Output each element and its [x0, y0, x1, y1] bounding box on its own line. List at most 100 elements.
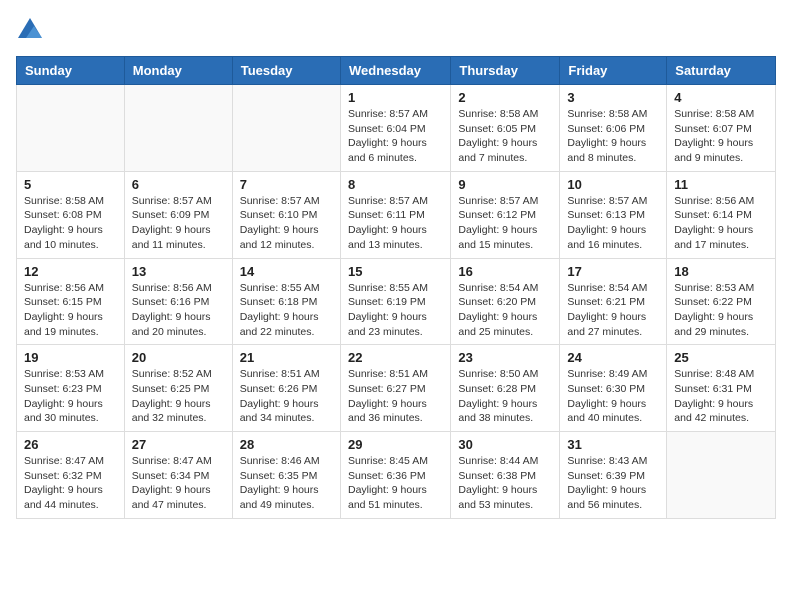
calendar-cell: 20 Sunrise: 8:52 AM Sunset: 6:25 PM Dayli… [124, 345, 232, 432]
day-number: 3 [567, 90, 659, 105]
calendar-cell: 8 Sunrise: 8:57 AM Sunset: 6:11 PM Daylig… [340, 171, 450, 258]
day-info: Sunrise: 8:56 AM Sunset: 6:15 PM Dayligh… [24, 281, 117, 340]
day-info: Sunrise: 8:58 AM Sunset: 6:07 PM Dayligh… [674, 107, 768, 166]
day-number: 11 [674, 177, 768, 192]
calendar-cell: 11 Sunrise: 8:56 AM Sunset: 6:14 PM Dayli… [667, 171, 776, 258]
day-info: Sunrise: 8:53 AM Sunset: 6:22 PM Dayligh… [674, 281, 768, 340]
day-info: Sunrise: 8:50 AM Sunset: 6:28 PM Dayligh… [458, 367, 552, 426]
calendar-cell: 25 Sunrise: 8:48 AM Sunset: 6:31 PM Dayli… [667, 345, 776, 432]
calendar-cell: 3 Sunrise: 8:58 AM Sunset: 6:06 PM Daylig… [560, 85, 667, 172]
calendar-cell: 22 Sunrise: 8:51 AM Sunset: 6:27 PM Dayli… [340, 345, 450, 432]
calendar-week-row: 19 Sunrise: 8:53 AM Sunset: 6:23 PM Dayli… [17, 345, 776, 432]
calendar-cell [124, 85, 232, 172]
calendar-cell: 6 Sunrise: 8:57 AM Sunset: 6:09 PM Daylig… [124, 171, 232, 258]
day-info: Sunrise: 8:57 AM Sunset: 6:11 PM Dayligh… [348, 194, 443, 253]
day-number: 10 [567, 177, 659, 192]
day-number: 21 [240, 350, 333, 365]
calendar-cell: 2 Sunrise: 8:58 AM Sunset: 6:05 PM Daylig… [451, 85, 560, 172]
day-info: Sunrise: 8:48 AM Sunset: 6:31 PM Dayligh… [674, 367, 768, 426]
calendar-cell: 24 Sunrise: 8:49 AM Sunset: 6:30 PM Dayli… [560, 345, 667, 432]
day-number: 16 [458, 264, 552, 279]
day-info: Sunrise: 8:47 AM Sunset: 6:34 PM Dayligh… [132, 454, 225, 513]
column-header-tuesday: Tuesday [232, 57, 340, 85]
calendar-cell: 4 Sunrise: 8:58 AM Sunset: 6:07 PM Daylig… [667, 85, 776, 172]
day-info: Sunrise: 8:44 AM Sunset: 6:38 PM Dayligh… [458, 454, 552, 513]
day-info: Sunrise: 8:52 AM Sunset: 6:25 PM Dayligh… [132, 367, 225, 426]
calendar-cell: 31 Sunrise: 8:43 AM Sunset: 6:39 PM Dayli… [560, 432, 667, 519]
calendar-table: SundayMondayTuesdayWednesdayThursdayFrid… [16, 56, 776, 519]
day-number: 12 [24, 264, 117, 279]
calendar-cell: 26Sunrise: 8:47 AM Sunset: 6:32 PM Dayli… [17, 432, 125, 519]
day-info: Sunrise: 8:47 AM Sunset: 6:32 PM Dayligh… [24, 454, 117, 513]
calendar-cell: 17 Sunrise: 8:54 AM Sunset: 6:21 PM Dayli… [560, 258, 667, 345]
calendar-cell: 23 Sunrise: 8:50 AM Sunset: 6:28 PM Dayli… [451, 345, 560, 432]
logo-icon [16, 16, 44, 44]
day-number: 4 [674, 90, 768, 105]
calendar-cell: 14Sunrise: 8:55 AM Sunset: 6:18 PM Dayli… [232, 258, 340, 345]
calendar-cell [17, 85, 125, 172]
day-number: 18 [674, 264, 768, 279]
day-info: Sunrise: 8:56 AM Sunset: 6:14 PM Dayligh… [674, 194, 768, 253]
calendar-cell: 19 Sunrise: 8:53 AM Sunset: 6:23 PM Dayli… [17, 345, 125, 432]
day-info: Sunrise: 8:57 AM Sunset: 6:09 PM Dayligh… [132, 194, 225, 253]
day-number: 1 [348, 90, 443, 105]
day-info: Sunrise: 8:51 AM Sunset: 6:26 PM Dayligh… [240, 367, 333, 426]
day-info: Sunrise: 8:43 AM Sunset: 6:39 PM Dayligh… [567, 454, 659, 513]
calendar-cell: 9 Sunrise: 8:57 AM Sunset: 6:12 PM Daylig… [451, 171, 560, 258]
day-number: 9 [458, 177, 552, 192]
day-info: Sunrise: 8:55 AM Sunset: 6:18 PM Dayligh… [240, 281, 333, 340]
day-info: Sunrise: 8:57 AM Sunset: 6:10 PM Dayligh… [240, 194, 333, 253]
calendar-cell: 30Sunrise: 8:44 AM Sunset: 6:38 PM Dayli… [451, 432, 560, 519]
day-number: 29 [348, 437, 443, 452]
calendar-week-row: 1 Sunrise: 8:57 AM Sunset: 6:04 PM Daylig… [17, 85, 776, 172]
calendar-week-row: 5 Sunrise: 8:58 AM Sunset: 6:08 PM Daylig… [17, 171, 776, 258]
day-number: 13 [132, 264, 225, 279]
day-info: Sunrise: 8:46 AM Sunset: 6:35 PM Dayligh… [240, 454, 333, 513]
column-header-thursday: Thursday [451, 57, 560, 85]
day-number: 19 [24, 350, 117, 365]
day-number: 23 [458, 350, 552, 365]
calendar-cell [232, 85, 340, 172]
day-number: 25 [674, 350, 768, 365]
calendar-cell: 5 Sunrise: 8:58 AM Sunset: 6:08 PM Daylig… [17, 171, 125, 258]
day-info: Sunrise: 8:51 AM Sunset: 6:27 PM Dayligh… [348, 367, 443, 426]
calendar-cell: 29 Sunrise: 8:45 AM Sunset: 6:36 PM Dayli… [340, 432, 450, 519]
calendar-cell: 16 Sunrise: 8:54 AM Sunset: 6:20 PM Dayli… [451, 258, 560, 345]
calendar-cell [667, 432, 776, 519]
day-info: Sunrise: 8:57 AM Sunset: 6:04 PM Dayligh… [348, 107, 443, 166]
day-info: Sunrise: 8:49 AM Sunset: 6:30 PM Dayligh… [567, 367, 659, 426]
page-header [16, 16, 776, 44]
calendar-week-row: 26Sunrise: 8:47 AM Sunset: 6:32 PM Dayli… [17, 432, 776, 519]
calendar-header-row: SundayMondayTuesdayWednesdayThursdayFrid… [17, 57, 776, 85]
column-header-saturday: Saturday [667, 57, 776, 85]
calendar-cell: 13 Sunrise: 8:56 AM Sunset: 6:16 PM Dayli… [124, 258, 232, 345]
day-number: 2 [458, 90, 552, 105]
calendar-cell: 15Sunrise: 8:55 AM Sunset: 6:19 PM Dayli… [340, 258, 450, 345]
day-number: 22 [348, 350, 443, 365]
day-info: Sunrise: 8:57 AM Sunset: 6:12 PM Dayligh… [458, 194, 552, 253]
calendar-cell: 27 Sunrise: 8:47 AM Sunset: 6:34 PM Dayli… [124, 432, 232, 519]
day-info: Sunrise: 8:56 AM Sunset: 6:16 PM Dayligh… [132, 281, 225, 340]
day-number: 7 [240, 177, 333, 192]
day-number: 24 [567, 350, 659, 365]
calendar-cell: 7 Sunrise: 8:57 AM Sunset: 6:10 PM Daylig… [232, 171, 340, 258]
day-info: Sunrise: 8:54 AM Sunset: 6:21 PM Dayligh… [567, 281, 659, 340]
day-info: Sunrise: 8:58 AM Sunset: 6:06 PM Dayligh… [567, 107, 659, 166]
day-info: Sunrise: 8:54 AM Sunset: 6:20 PM Dayligh… [458, 281, 552, 340]
day-number: 5 [24, 177, 117, 192]
day-number: 6 [132, 177, 225, 192]
day-info: Sunrise: 8:53 AM Sunset: 6:23 PM Dayligh… [24, 367, 117, 426]
day-info: Sunrise: 8:58 AM Sunset: 6:05 PM Dayligh… [458, 107, 552, 166]
column-header-friday: Friday [560, 57, 667, 85]
day-number: 27 [132, 437, 225, 452]
day-info: Sunrise: 8:45 AM Sunset: 6:36 PM Dayligh… [348, 454, 443, 513]
day-number: 20 [132, 350, 225, 365]
day-info: Sunrise: 8:57 AM Sunset: 6:13 PM Dayligh… [567, 194, 659, 253]
day-number: 17 [567, 264, 659, 279]
day-number: 8 [348, 177, 443, 192]
calendar-cell: 28Sunrise: 8:46 AM Sunset: 6:35 PM Dayli… [232, 432, 340, 519]
calendar-cell: 12 Sunrise: 8:56 AM Sunset: 6:15 PM Dayli… [17, 258, 125, 345]
day-number: 31 [567, 437, 659, 452]
day-info: Sunrise: 8:58 AM Sunset: 6:08 PM Dayligh… [24, 194, 117, 253]
column-header-wednesday: Wednesday [340, 57, 450, 85]
